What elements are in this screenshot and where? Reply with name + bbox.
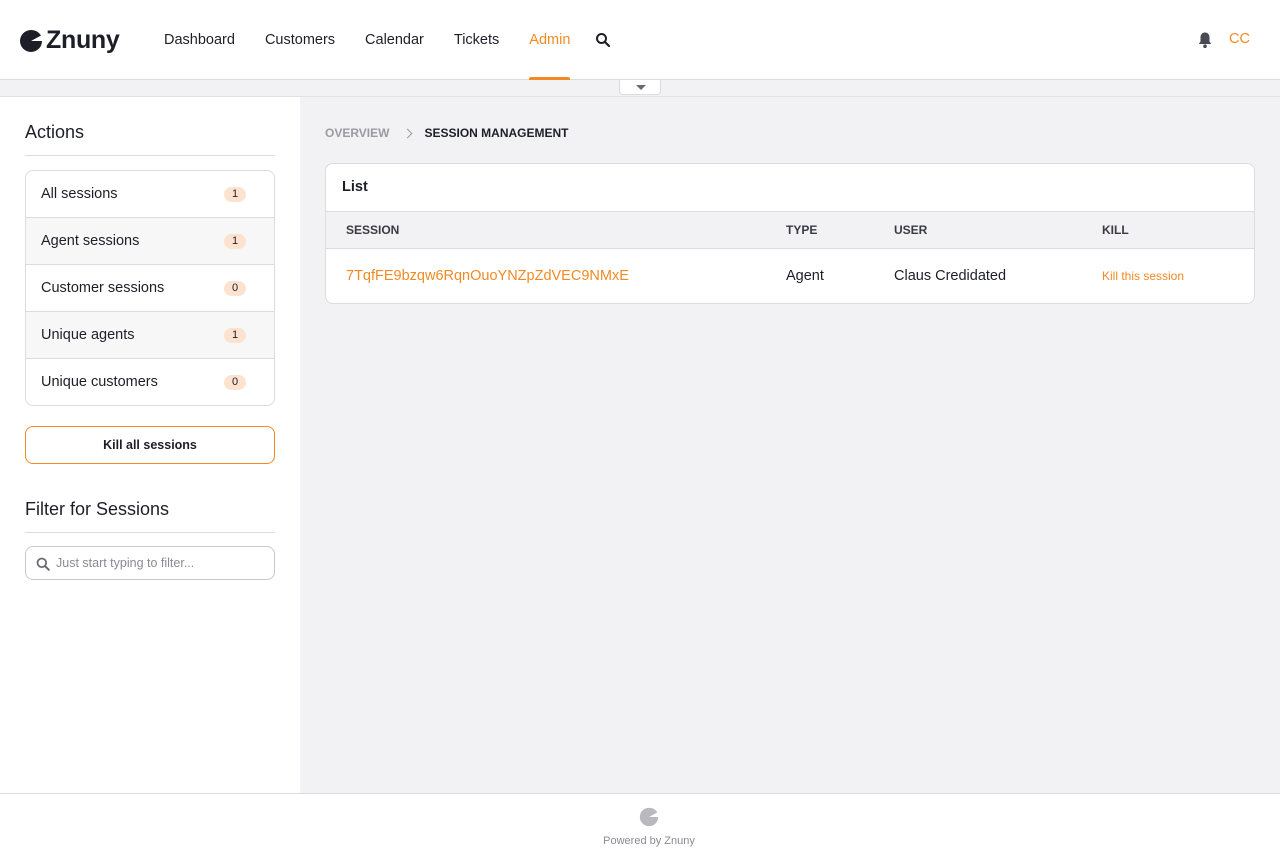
action-label: Agent sessions [41, 233, 140, 249]
breadcrumb-current: SESSION MANAGEMENT [424, 126, 569, 140]
filter-input[interactable] [56, 547, 266, 579]
nav-customers[interactable]: Customers [250, 0, 350, 80]
znuny-logo-icon [20, 29, 42, 52]
search-icon[interactable] [595, 32, 611, 48]
brand-name: Znuny [46, 26, 120, 54]
column-header-type[interactable]: TYPE [786, 212, 817, 248]
sidebar: Actions All sessions 1 Agent sessions 1 … [0, 97, 300, 793]
table-row: 7TqfFE9bzqw6RqnOuoYNZpZdVEC9NMxE Agent C… [326, 249, 1254, 303]
action-customer-sessions[interactable]: Customer sessions 0 [26, 264, 274, 311]
action-label: Unique customers [41, 374, 158, 390]
breadcrumb: OVERVIEW SESSION MANAGEMENT [325, 126, 568, 140]
actions-heading: Actions [25, 122, 275, 156]
count-badge: 0 [224, 280, 246, 296]
kill-all-sessions-button[interactable]: Kill all sessions [25, 426, 275, 464]
nav-admin[interactable]: Admin [514, 0, 585, 80]
column-header-user[interactable]: USER [894, 212, 927, 248]
session-list-card: List SESSION TYPE USER KILL 7TqfFE9bzqw6… [325, 163, 1255, 304]
filter-heading: Filter for Sessions [25, 499, 275, 533]
filter-field[interactable] [25, 546, 275, 580]
action-list: All sessions 1 Agent sessions 1 Customer… [25, 170, 275, 406]
card-title: List [326, 164, 1254, 212]
count-badge: 1 [224, 327, 246, 343]
action-label: Customer sessions [41, 280, 165, 296]
nav-calendar[interactable]: Calendar [350, 0, 439, 80]
count-badge: 0 [224, 374, 246, 390]
action-unique-customers[interactable]: Unique customers 0 [26, 358, 274, 405]
action-label: Unique agents [41, 327, 135, 343]
chevron-right-icon [403, 128, 413, 138]
action-all-sessions[interactable]: All sessions 1 [26, 171, 274, 217]
breadcrumb-overview[interactable]: OVERVIEW [325, 126, 389, 140]
znuny-logo[interactable]: Znuny [19, 26, 120, 55]
action-agent-sessions[interactable]: Agent sessions 1 [26, 217, 274, 264]
znuny-logo-icon [639, 807, 659, 827]
session-user: Claus Credidated [894, 268, 1007, 284]
search-icon [36, 557, 50, 571]
column-header-kill[interactable]: KILL [1102, 212, 1129, 248]
top-header: Znuny Dashboard Customers Calendar Ticke… [0, 0, 1280, 80]
action-unique-agents[interactable]: Unique agents 1 [26, 311, 274, 358]
bell-icon[interactable] [1197, 31, 1213, 49]
footer: Powered by Znuny [0, 793, 1280, 860]
chevron-down-icon [636, 85, 646, 90]
table-header: SESSION TYPE USER KILL [326, 212, 1254, 249]
count-badge: 1 [224, 233, 246, 249]
nav-toggle-tab[interactable] [619, 80, 661, 95]
kill-session-link[interactable]: Kill this session [1102, 249, 1184, 303]
action-label: All sessions [41, 186, 118, 202]
nav-dashboard[interactable]: Dashboard [149, 0, 250, 80]
session-id-link[interactable]: 7TqfFE9bzqw6RqnOuoYNZpZdVEC9NMxE [346, 249, 629, 303]
count-badge: 1 [224, 186, 246, 202]
nav-tickets[interactable]: Tickets [439, 0, 514, 80]
user-avatar[interactable]: CC [1229, 31, 1250, 47]
column-header-session[interactable]: SESSION [346, 212, 399, 248]
session-type: Agent [786, 268, 824, 284]
main-nav: Dashboard Customers Calendar Tickets Adm… [149, 0, 585, 80]
powered-by-text: Powered by Znuny [603, 835, 695, 847]
